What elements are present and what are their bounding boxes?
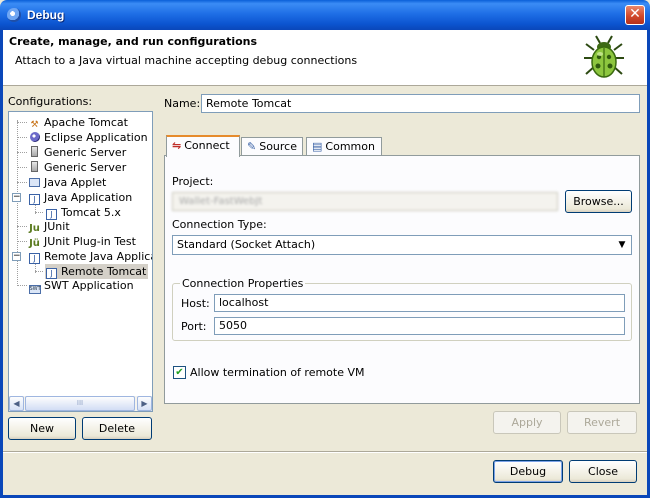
tree-guide-line <box>17 241 27 242</box>
tree-guide-line <box>17 182 27 183</box>
tree-guide-line <box>17 167 27 168</box>
connect-icon: ⇋ <box>172 139 182 152</box>
revert-button[interactable]: Revert <box>567 411 637 434</box>
window-title: Debug <box>27 8 65 22</box>
applet-icon <box>28 178 41 189</box>
tree-guide-line <box>17 122 27 123</box>
project-label: Project: <box>172 175 214 188</box>
configurations-label: Configurations: <box>8 95 93 108</box>
name-input[interactable]: Remote Tomcat <box>201 94 640 113</box>
new-button[interactable]: New <box>8 417 76 440</box>
header-banner: Create, manage, and run configurations A… <box>3 30 647 86</box>
chevron-down-icon[interactable]: ▼ <box>614 237 630 253</box>
allow-termination-label: Allow termination of remote VM <box>190 366 365 379</box>
tree-guide-line <box>17 226 27 227</box>
tree-item-remote-tomcat[interactable]: J Remote Tomcat <box>45 264 149 279</box>
server-icon <box>28 161 41 172</box>
close-window-button[interactable]: ✕ <box>625 5 645 25</box>
tree-guide-line <box>35 212 43 213</box>
tree-item-junit[interactable]: Ju JUnit <box>28 219 70 234</box>
tree-item-apache-tomcat[interactable]: ⚒ Apache Tomcat <box>28 115 127 130</box>
delete-button[interactable]: Delete <box>82 417 152 440</box>
tree-item-tomcat-5x[interactable]: J Tomcat 5.x <box>45 205 121 220</box>
project-input[interactable]: Wallet-FastWebJt <box>172 192 558 211</box>
tree-item-java-applet[interactable]: Java Applet <box>28 175 106 190</box>
bottom-separator <box>3 451 647 453</box>
junit-plugin-icon: Jü <box>29 238 40 249</box>
common-icon: ▤ <box>312 140 323 153</box>
source-icon: ✎ <box>247 140 257 153</box>
apply-button[interactable]: Apply <box>493 411 561 434</box>
remote-java-icon: J <box>28 253 41 264</box>
tree-guide-line <box>17 285 27 286</box>
connection-type-label: Connection Type: <box>172 218 267 231</box>
connection-type-select[interactable]: Standard (Socket Attach) <box>172 235 632 255</box>
close-button[interactable]: Close <box>569 460 637 483</box>
title-bar <box>0 0 650 30</box>
tree-horizontal-scrollbar[interactable]: ◀ III ▶ <box>9 396 152 411</box>
tree-guide-line <box>35 271 43 272</box>
port-input[interactable]: 5050 <box>214 317 625 335</box>
tab-connect[interactable]: ⇋ Connect <box>166 135 240 157</box>
header-subtitle: Attach to a Java virtual machine accepti… <box>15 54 358 67</box>
header-title: Create, manage, and run configurations <box>9 35 258 48</box>
allow-termination-checkbox[interactable]: ✔ <box>173 366 186 379</box>
tab-source[interactable]: ✎ Source <box>241 137 303 156</box>
host-label: Host: <box>181 297 210 310</box>
scroll-left-button[interactable]: ◀ <box>9 396 24 411</box>
tree-item-remote-java-application[interactable]: J Remote Java Applicat <box>28 249 152 264</box>
scroll-right-button[interactable]: ▶ <box>137 396 152 411</box>
collapse-java-application-toggle[interactable]: − <box>12 193 21 202</box>
tab-common[interactable]: ▤ Common <box>306 137 382 156</box>
bug-icon <box>584 35 624 78</box>
eclipse-icon <box>7 8 21 22</box>
scroll-thumb[interactable]: III <box>25 396 135 411</box>
tree-item-swt-application[interactable]: SWT SWT Application <box>28 278 134 294</box>
connection-properties-legend: Connection Properties <box>180 277 306 290</box>
window-frame-left <box>0 30 3 498</box>
name-label: Name: <box>164 97 201 110</box>
port-label: Port: <box>181 320 207 333</box>
java-app-icon: J <box>28 194 41 205</box>
tree-guide-line <box>17 137 27 138</box>
browse-button[interactable]: Browse... <box>565 190 632 213</box>
tree-item-eclipse-application[interactable]: Eclipse Application <box>28 130 148 145</box>
swt-icon: SWT <box>28 285 41 294</box>
host-input[interactable]: localhost <box>214 294 625 312</box>
tree-item-junit-plugin-test[interactable]: Jü JUnit Plug-in Test <box>28 234 136 249</box>
eclipse-icon <box>28 132 41 143</box>
configurations-tree[interactable]: ⚒ Apache Tomcat Eclipse Application Gener… <box>8 111 153 412</box>
server-icon <box>28 146 41 157</box>
tree-item-generic-server-2[interactable]: Generic Server <box>28 160 126 175</box>
tree-item-java-application[interactable]: J Java Application <box>28 190 132 205</box>
junit-icon: Ju <box>29 223 40 234</box>
tree-item-generic-server-1[interactable]: Generic Server <box>28 145 126 160</box>
tree-guide-line <box>17 152 27 153</box>
debug-button[interactable]: Debug <box>493 460 563 483</box>
collapse-remote-java-toggle[interactable]: − <box>12 252 21 261</box>
